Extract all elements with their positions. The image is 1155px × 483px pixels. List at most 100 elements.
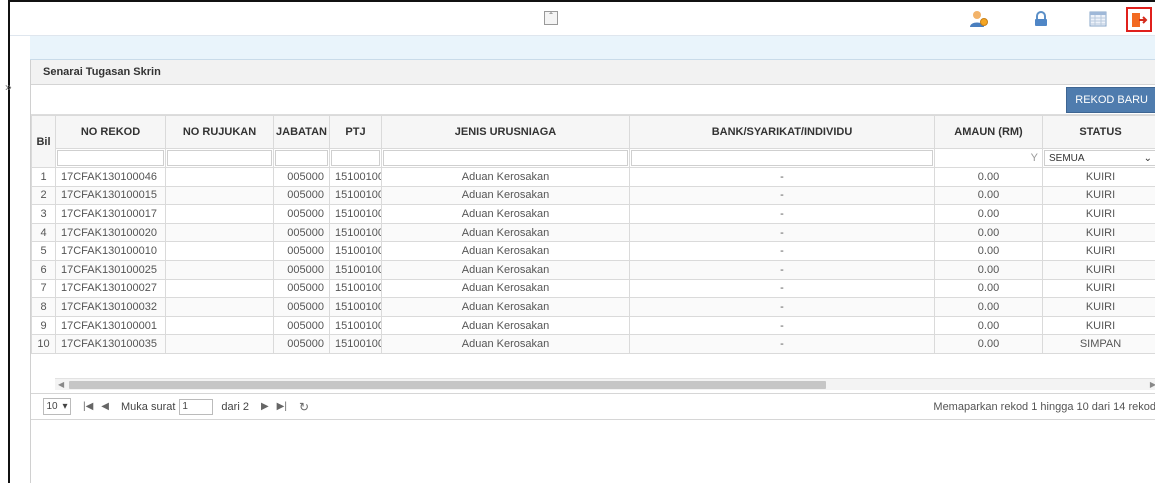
exit-button[interactable] — [1126, 7, 1152, 32]
calendar-button[interactable] — [1087, 9, 1109, 29]
filter-row: Y SEMUA ⌄ — [32, 148, 1155, 168]
first-page-icon[interactable]: |◀ — [83, 401, 93, 412]
col-header-amaun[interactable]: AMAUN (RM) — [934, 115, 1043, 149]
cell-status: KUIRI — [1042, 259, 1155, 280]
next-page-icon[interactable]: ▶ — [261, 401, 269, 412]
col-header-jabatan[interactable]: JABATAN — [273, 115, 330, 149]
refresh-icon[interactable]: ↻ — [299, 400, 309, 414]
cell-jenis: Aduan Kerosakan — [381, 297, 630, 317]
panel-title: Senarai Tugasan Skrin — [31, 60, 1155, 85]
cell-bil: 1 — [31, 167, 56, 187]
cell-no-rujukan — [165, 297, 274, 317]
table-row[interactable]: 9 17CFAK130100001 005000 15100100 Aduan … — [31, 315, 1155, 336]
cell-no-rekod[interactable]: 17CFAK130100032 — [55, 297, 166, 317]
col-header-no-rujukan[interactable]: NO RUJUKAN — [165, 115, 274, 149]
cell-jenis: Aduan Kerosakan — [381, 315, 630, 336]
cell-bank: - — [629, 334, 935, 354]
cell-bank: - — [629, 259, 935, 280]
cell-amaun: 0.00 — [934, 297, 1043, 317]
cell-no-rujukan — [165, 334, 274, 354]
cell-status: KUIRI — [1042, 315, 1155, 336]
filter-ptj-input[interactable] — [331, 150, 380, 166]
cell-jenis: Aduan Kerosakan — [381, 222, 630, 243]
cell-no-rekod[interactable]: 17CFAK130100015 — [55, 185, 166, 206]
cell-no-rekod[interactable]: 17CFAK130100027 — [55, 278, 166, 299]
table-row[interactable]: 5 17CFAK130100010 005000 15100100 Aduan … — [31, 241, 1155, 261]
records-table: Bil NO REKOD NO RUJUKAN JABATAN PTJ JENI… — [31, 115, 1155, 354]
scrollbar-thumb[interactable] — [69, 381, 826, 389]
collapse-header-button[interactable]: ˆ — [544, 11, 558, 25]
new-record-button[interactable]: REKOD BARU — [1066, 87, 1155, 113]
table-row[interactable]: 3 17CFAK130100017 005000 15100100 Aduan … — [31, 204, 1155, 224]
current-page-input[interactable]: 1 — [179, 398, 214, 415]
cell-amaun: 0.00 — [934, 334, 1043, 354]
cell-bank: - — [629, 167, 935, 187]
col-header-bil[interactable]: Bil — [31, 115, 56, 168]
cell-bil: 6 — [31, 259, 56, 280]
prev-page-icon[interactable]: ◀ — [101, 401, 109, 412]
cell-no-rujukan — [165, 167, 274, 187]
cell-ptj: 15100100 — [329, 278, 382, 299]
user-settings-button[interactable] — [968, 9, 990, 29]
cell-bil: 3 — [31, 204, 56, 224]
col-header-status[interactable]: STATUS — [1042, 115, 1155, 149]
page-label: Muka surat — [121, 400, 176, 413]
cell-jabatan: 005000 — [273, 241, 330, 261]
filter-no-rekod-input[interactable] — [57, 150, 164, 166]
page-size-value: 10 — [46, 401, 58, 412]
cell-amaun: 0.00 — [934, 259, 1043, 280]
cell-bil: 5 — [31, 241, 56, 261]
cell-no-rekod[interactable]: 17CFAK130100017 — [55, 204, 166, 224]
table-row[interactable]: 8 17CFAK130100032 005000 15100100 Aduan … — [31, 297, 1155, 317]
scroll-right-icon[interactable]: ▶ — [1150, 379, 1155, 391]
cell-no-rekod[interactable]: 17CFAK130100035 — [55, 334, 166, 354]
table-row[interactable]: 2 17CFAK130100015 005000 15100100 Aduan … — [31, 185, 1155, 206]
cell-bank: - — [629, 204, 935, 224]
panel-toolbar: REKOD BARU — [31, 85, 1155, 115]
calendar-icon — [1089, 11, 1107, 27]
col-header-jenis[interactable]: JENIS URUSNIAGA — [381, 115, 630, 149]
table-row[interactable]: 4 17CFAK130100020 005000 15100100 Aduan … — [31, 222, 1155, 243]
filter-jabatan-input[interactable] — [275, 150, 328, 166]
cell-bank: - — [629, 185, 935, 206]
last-page-icon[interactable]: ▶| — [277, 401, 287, 412]
filter-icon[interactable]: Y — [1031, 152, 1038, 164]
double-chevron-up-icon: ˆ — [549, 12, 553, 23]
cell-no-rekod[interactable]: 17CFAK130100001 — [55, 315, 166, 336]
cell-no-rekod[interactable]: 17CFAK130100010 — [55, 241, 166, 261]
filter-status-select[interactable]: SEMUA ⌄ — [1044, 150, 1155, 166]
cell-no-rujukan — [165, 278, 274, 299]
expand-sidebar-icon[interactable]: » — [5, 80, 12, 94]
cell-no-rujukan — [165, 222, 274, 243]
table-row[interactable]: 10 17CFAK130100035 005000 15100100 Aduan… — [31, 334, 1155, 354]
filter-bank-input[interactable] — [631, 150, 933, 166]
page-size-select[interactable]: 10 ▾ — [43, 398, 71, 415]
cell-no-rujukan — [165, 185, 274, 206]
cell-amaun: 0.00 — [934, 204, 1043, 224]
col-header-ptj[interactable]: PTJ — [329, 115, 382, 149]
exit-icon — [1132, 12, 1148, 27]
filter-no-rujukan-input[interactable] — [167, 150, 272, 166]
cell-no-rujukan — [165, 241, 274, 261]
col-header-bank[interactable]: BANK/SYARIKAT/INDIVIDU — [629, 115, 935, 149]
cell-status: SIMPAN — [1042, 334, 1155, 354]
scroll-left-icon[interactable]: ◀ — [58, 379, 64, 391]
cell-amaun: 0.00 — [934, 222, 1043, 243]
table-row[interactable]: 7 17CFAK130100027 005000 15100100 Aduan … — [31, 278, 1155, 299]
sub-header-bar — [30, 36, 1155, 60]
cell-no-rekod[interactable]: 17CFAK130100046 — [55, 167, 166, 187]
filter-jenis-input[interactable] — [383, 150, 628, 166]
pagination-bar: 10 ▾ |◀ ◀ Muka surat 1 dari 2 ▶ ▶| ↻ Mem… — [31, 393, 1155, 420]
cell-bank: - — [629, 222, 935, 243]
col-header-no-rekod[interactable]: NO REKOD — [55, 115, 166, 149]
lock-button[interactable] — [1030, 9, 1052, 29]
cell-ptj: 15100100 — [329, 204, 382, 224]
horizontal-scrollbar[interactable]: ◀ ▶ — [55, 378, 1155, 390]
filter-amaun-input[interactable]: Y — [936, 150, 1041, 166]
cell-bank: - — [629, 241, 935, 261]
table-row[interactable]: 6 17CFAK130100025 005000 15100100 Aduan … — [31, 259, 1155, 280]
cell-no-rekod[interactable]: 17CFAK130100020 — [55, 222, 166, 243]
cell-no-rekod[interactable]: 17CFAK130100025 — [55, 259, 166, 280]
table-row[interactable]: 1 17CFAK130100046 005000 15100100 Aduan … — [31, 167, 1155, 187]
cell-amaun: 0.00 — [934, 241, 1043, 261]
